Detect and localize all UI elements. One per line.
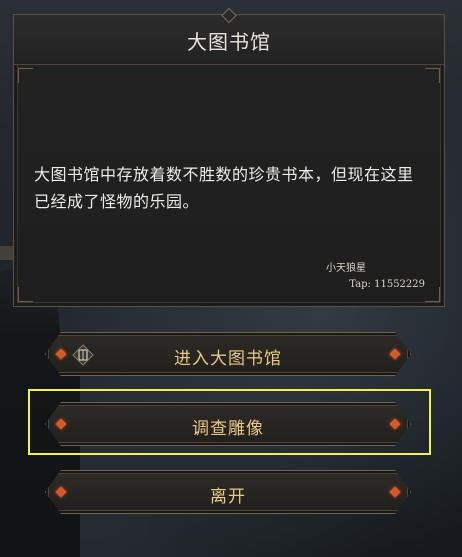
dialog-header: 大图书馆: [14, 7, 444, 65]
corner-ornament-icon: [425, 287, 440, 302]
tap-id-watermark: Tap: 11552229: [349, 279, 425, 290]
corner-ornament-icon: [425, 68, 440, 83]
option-label: 离开: [210, 487, 246, 507]
dialog-description: 大图书馆中存放着数不胜数的珍贵书本，但现在这里已经成了怪物的乐园。: [34, 165, 414, 211]
selection-highlight: [28, 389, 431, 455]
option-label: 进入大图书馆: [174, 349, 282, 369]
corner-ornament-icon: [18, 287, 33, 302]
enter-library-button[interactable]: 进入大图书馆: [45, 332, 411, 376]
event-dialog: 大图书馆 大图书馆中存放着数不胜数的珍贵书本，但现在这里已经成了怪物的乐园。: [13, 7, 445, 307]
leave-button[interactable]: 离开: [45, 470, 411, 514]
dialog-title: 大图书馆: [187, 30, 271, 54]
author-watermark: 小天狼星: [326, 263, 366, 274]
corner-ornament-icon: [18, 68, 33, 83]
